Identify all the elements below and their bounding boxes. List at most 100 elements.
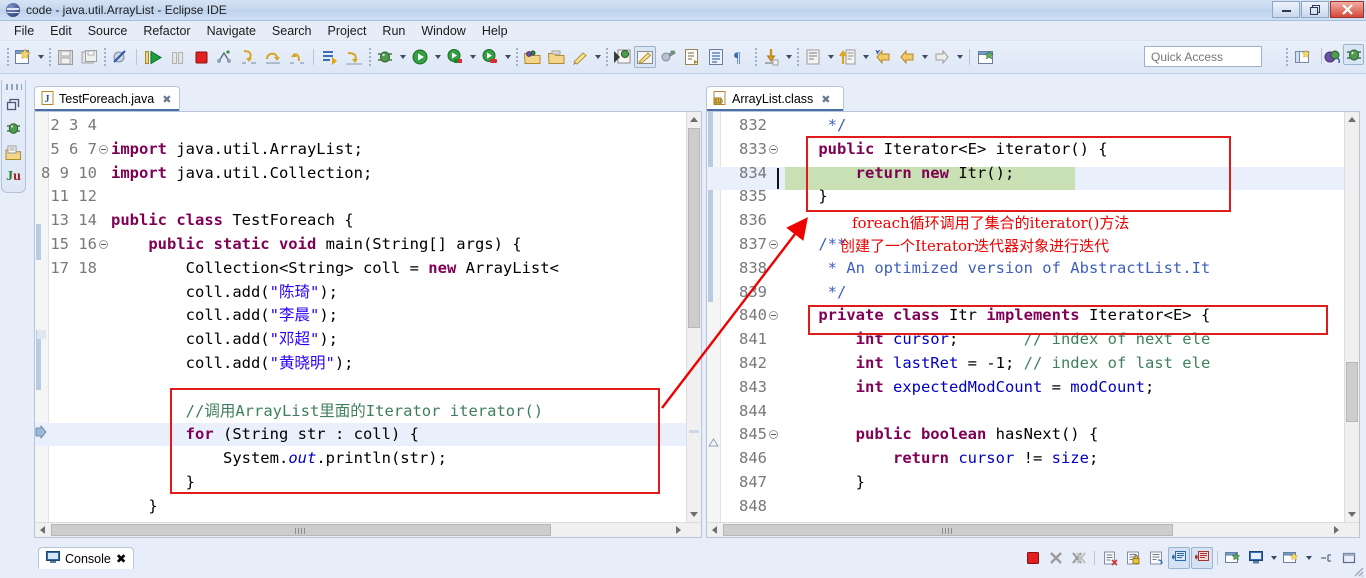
fold-collapse-icon[interactable] bbox=[769, 311, 778, 321]
debug-icon[interactable] bbox=[373, 45, 397, 69]
forward-caret[interactable] bbox=[919, 45, 930, 69]
resume-icon[interactable] bbox=[141, 45, 165, 69]
package-explorer-icon[interactable] bbox=[4, 143, 23, 162]
resize-grip[interactable] bbox=[1352, 565, 1364, 577]
new-package-icon[interactable] bbox=[544, 45, 568, 69]
open-console-caret[interactable] bbox=[1303, 548, 1314, 568]
debug-caret[interactable] bbox=[397, 45, 408, 69]
menu-file[interactable]: File bbox=[6, 23, 42, 39]
hscrollbar-left[interactable] bbox=[35, 522, 701, 537]
scroll-right-icon[interactable] bbox=[671, 523, 686, 537]
forward-nav-caret[interactable] bbox=[954, 45, 965, 69]
display-selected-console-icon[interactable] bbox=[1245, 547, 1267, 569]
toolbar-grip[interactable] bbox=[1283, 46, 1290, 68]
close-icon[interactable]: ✖ bbox=[116, 551, 126, 566]
open-type-icon[interactable] bbox=[610, 45, 634, 69]
hscroll-thumb[interactable] bbox=[723, 524, 1173, 536]
remove-all-terminated-icon[interactable] bbox=[1068, 547, 1090, 569]
close-icon[interactable]: ✖ bbox=[162, 93, 171, 106]
download-icon[interactable] bbox=[759, 45, 783, 69]
skip-breakpoints-icon[interactable] bbox=[108, 45, 132, 69]
debug-perspective-icon[interactable] bbox=[1343, 44, 1364, 65]
debug-view-icon[interactable] bbox=[4, 119, 23, 138]
toolbar-grip[interactable] bbox=[366, 46, 373, 68]
vscrollbar-right[interactable] bbox=[1344, 112, 1359, 522]
vscrollbar-left[interactable] bbox=[686, 112, 701, 522]
toolbar-grip[interactable] bbox=[752, 46, 759, 68]
show-console-on-output-icon[interactable] bbox=[1168, 547, 1190, 569]
fold-collapse-icon[interactable] bbox=[769, 240, 778, 249]
menu-source[interactable]: Source bbox=[80, 23, 136, 39]
run-icon[interactable] bbox=[408, 45, 432, 69]
fold-collapse-icon[interactable] bbox=[769, 430, 778, 440]
previous-annotation-icon[interactable] bbox=[342, 45, 366, 69]
editor-body-right[interactable]: 832 833 834 835 836 837 838 839 840 841 … bbox=[706, 111, 1360, 538]
terminate-icon[interactable] bbox=[189, 45, 213, 69]
suspend-icon[interactable] bbox=[165, 45, 189, 69]
step-over-icon[interactable] bbox=[261, 45, 285, 69]
next-annotation-icon[interactable] bbox=[318, 45, 342, 69]
restore-button[interactable] bbox=[1301, 1, 1329, 18]
clear-console-icon[interactable] bbox=[1099, 547, 1121, 569]
close-button[interactable] bbox=[1330, 1, 1364, 18]
scroll-right-icon[interactable] bbox=[1329, 523, 1344, 537]
search-icon[interactable] bbox=[801, 45, 825, 69]
minimize-button[interactable] bbox=[1272, 1, 1300, 18]
tab-console[interactable]: Console ✖ bbox=[38, 547, 135, 569]
new-wizard-caret[interactable] bbox=[35, 45, 46, 69]
java-perspective-icon[interactable] bbox=[1320, 45, 1344, 69]
toolbar-grip[interactable] bbox=[4, 46, 11, 68]
scroll-up-icon[interactable] bbox=[687, 112, 701, 127]
toolbar-grip[interactable] bbox=[513, 46, 520, 68]
new-class-caret[interactable] bbox=[592, 45, 603, 69]
menu-search[interactable]: Search bbox=[264, 23, 320, 39]
step-into-icon[interactable] bbox=[237, 45, 261, 69]
menu-run[interactable]: Run bbox=[374, 23, 413, 39]
toolbar-grip[interactable] bbox=[794, 46, 801, 68]
back-icon[interactable] bbox=[871, 45, 895, 69]
external-tools-icon[interactable] bbox=[656, 45, 680, 69]
run-as-icon[interactable] bbox=[443, 45, 467, 69]
menu-edit[interactable]: Edit bbox=[42, 23, 80, 39]
menu-help[interactable]: Help bbox=[474, 23, 516, 39]
new-class-icon[interactable] bbox=[568, 45, 592, 69]
open-perspective-icon[interactable] bbox=[1290, 45, 1314, 69]
vscroll-thumb[interactable] bbox=[688, 128, 700, 328]
forward-nav-icon[interactable] bbox=[930, 45, 954, 69]
run-as-caret[interactable] bbox=[467, 45, 478, 69]
quick-access-input[interactable] bbox=[1144, 46, 1262, 67]
scroll-down-icon[interactable] bbox=[687, 507, 701, 522]
run-caret[interactable] bbox=[432, 45, 443, 69]
last-edit-icon[interactable] bbox=[836, 45, 860, 69]
coverage-caret[interactable] bbox=[502, 45, 513, 69]
scroll-left-icon[interactable] bbox=[35, 523, 50, 537]
new-window-icon[interactable] bbox=[974, 45, 998, 69]
menu-refactor[interactable]: Refactor bbox=[135, 23, 198, 39]
tab-testforeach-java[interactable]: J TestForeach.java ✖ bbox=[34, 86, 180, 111]
hscroll-thumb[interactable] bbox=[51, 524, 551, 536]
code-right[interactable]: */ public Iterator<E> iterator() { retur… bbox=[781, 114, 1210, 519]
step-return-icon[interactable] bbox=[285, 45, 309, 69]
fold-collapse-icon[interactable] bbox=[99, 144, 108, 154]
toolbar-grip[interactable] bbox=[46, 46, 53, 68]
scroll-left-icon[interactable] bbox=[707, 523, 722, 537]
terminate-icon[interactable] bbox=[1022, 547, 1044, 569]
toggle-markers-icon[interactable] bbox=[634, 46, 656, 68]
fold-collapse-icon[interactable] bbox=[99, 240, 108, 249]
rail-grip[interactable] bbox=[5, 84, 22, 90]
scroll-down-icon[interactable] bbox=[1345, 507, 1359, 522]
restore-icon[interactable] bbox=[4, 95, 23, 114]
hscrollbar-right[interactable] bbox=[707, 522, 1359, 537]
fold-collapse-icon[interactable] bbox=[769, 144, 778, 154]
new-wizard-icon[interactable] bbox=[11, 45, 35, 69]
scroll-lock-icon[interactable] bbox=[1122, 547, 1144, 569]
new-jsp-icon[interactable] bbox=[680, 45, 704, 69]
disconnect-icon[interactable] bbox=[213, 45, 237, 69]
open-task-icon[interactable] bbox=[704, 45, 728, 69]
close-icon[interactable]: ✖ bbox=[821, 93, 830, 106]
show-console-on-error-icon[interactable] bbox=[1191, 547, 1213, 569]
minimize-icon[interactable] bbox=[1315, 547, 1337, 569]
save-all-icon[interactable] bbox=[77, 45, 101, 69]
menu-navigate[interactable]: Navigate bbox=[199, 23, 264, 39]
menu-project[interactable]: Project bbox=[320, 23, 375, 39]
